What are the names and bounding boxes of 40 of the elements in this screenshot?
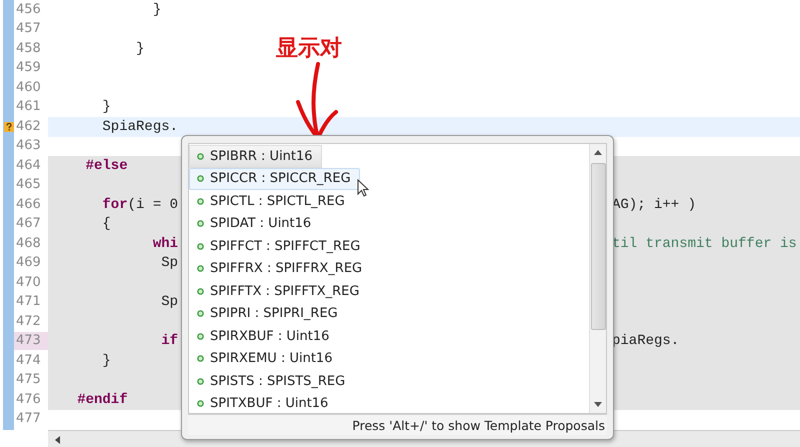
code-keyword: #else (84, 158, 128, 174)
line-number: 476 (15, 390, 42, 409)
line-number: 468 (15, 234, 42, 253)
code-keyword: #endif (76, 392, 128, 408)
line-number: 467 (15, 215, 42, 234)
code-text: } (152, 2, 162, 18)
code-text: piaRegs. (612, 333, 680, 350)
line-number: 465 (15, 176, 42, 194)
line-number: 469 (15, 254, 42, 272)
code-comment: til transmit buffer is (612, 236, 797, 252)
code-text: } (101, 352, 111, 369)
line-number: 477 (15, 410, 42, 428)
code-text: } (101, 99, 111, 116)
line-number: 461 (15, 98, 42, 116)
line-number: 474 (15, 352, 42, 370)
code-text: Sp (160, 294, 178, 310)
line-number: 456 (15, 0, 42, 19)
hint-text: Press 'Alt+/' to show Template Proposals (352, 418, 605, 432)
code-keyword: for (101, 196, 128, 213)
code-text: { (101, 216, 111, 232)
line-number: 463 (15, 137, 42, 156)
line-number: 459 (15, 59, 42, 78)
code-text: (i = 0 (128, 196, 178, 213)
line-number: 458 (15, 40, 42, 58)
line-number: 460 (15, 78, 42, 97)
code-keyword: if (160, 333, 178, 350)
code-text: SpiaRegs. (101, 118, 178, 135)
code-text: Sp (160, 255, 178, 272)
line-number: 470 (15, 274, 42, 292)
line-number: 472 (15, 312, 42, 331)
code-keyword: whi (152, 236, 178, 252)
code-text: } (135, 40, 144, 57)
line-number: 466 (15, 196, 42, 214)
line-number: 475 (15, 371, 42, 390)
line-number: 471 (15, 293, 42, 312)
line-number: 464 (15, 156, 42, 175)
annotation-text: 显示对 (276, 36, 342, 61)
line-number: 457 (15, 20, 42, 38)
line-number: 473 (14, 332, 48, 350)
line-number: 462 (15, 118, 42, 136)
